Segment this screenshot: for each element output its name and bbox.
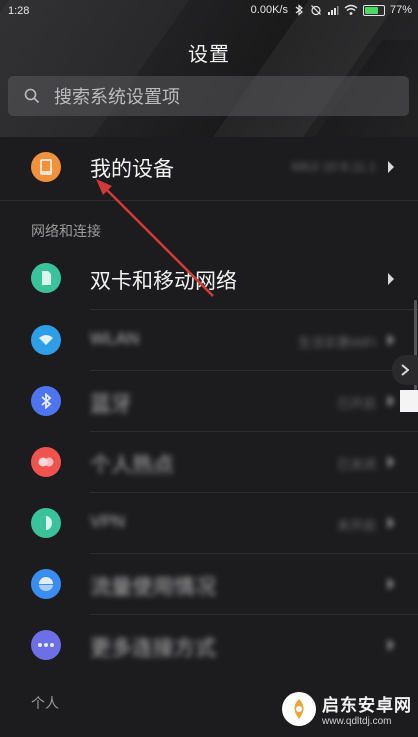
list-item-value: 未开启 <box>336 518 376 533</box>
list-item-bluetooth[interactable]: 蓝牙 已开启 <box>0 371 418 431</box>
header: 1:28 0.00K/s 77% 设置 搜索系统设置项 <box>0 0 418 137</box>
wifi-icon <box>31 325 61 355</box>
page-title: 设置 <box>188 44 230 66</box>
watermark-url: www.qdltdj.com <box>322 716 392 727</box>
hotspot-icon <box>31 447 61 477</box>
chevron-right-icon <box>388 456 394 468</box>
alarm-off-icon <box>311 5 321 16</box>
signal-icon <box>327 6 339 15</box>
list-item-label: WLAN <box>90 329 140 348</box>
list-item-label: 更多连接方式 <box>90 637 216 660</box>
battery-percent: 77% <box>389 4 412 16</box>
bluetooth-icon <box>295 4 303 16</box>
data-usage-icon <box>31 569 61 599</box>
list-item-value: 已开启 <box>336 396 376 411</box>
chevron-right-icon <box>388 578 394 590</box>
floating-handle[interactable] <box>392 355 418 385</box>
chevron-right-icon <box>401 364 409 376</box>
network-speed: 0.00K/s <box>250 4 288 16</box>
chevron-right-icon <box>388 639 394 651</box>
list-item-label: 流量使用情况 <box>90 576 216 599</box>
list-item-vpn[interactable]: VPN 未开启 <box>0 493 418 553</box>
floating-tag[interactable] <box>400 390 418 412</box>
divider <box>0 200 418 201</box>
list-item-data-usage[interactable]: 流量使用情况 <box>0 554 418 614</box>
search-icon <box>24 88 40 104</box>
list-item-value: 已关闭 <box>336 457 376 472</box>
more-icon <box>31 630 61 660</box>
list-item-more-connections[interactable]: 更多连接方式 <box>0 615 418 675</box>
my-device-item[interactable]: 我的设备 MIUI 10 8.11.1 <box>0 137 418 197</box>
list-item-label: 蓝牙 <box>90 393 132 416</box>
watermark-title: 启东安卓网 <box>322 696 412 715</box>
list-item-value: 生活实惠WiFi <box>298 335 376 350</box>
list-item-label: VPN <box>90 512 125 531</box>
battery-icon <box>362 4 385 16</box>
watermark: 启东安卓网 www.qdltdj.com <box>282 691 412 727</box>
chevron-right-icon <box>388 517 394 529</box>
sim-card-icon <box>31 263 61 293</box>
my-device-label: 我的设备 <box>90 158 174 181</box>
chevron-right-icon <box>388 395 394 407</box>
list-item-label: 个人热点 <box>90 454 174 477</box>
my-device-version: MIUI 10 8.11.1 <box>291 159 376 174</box>
list-item-hotspot[interactable]: 个人热点 已关闭 <box>0 432 418 492</box>
battery-level <box>364 6 379 14</box>
chevron-right-icon <box>388 161 394 173</box>
watermark-logo-icon <box>282 692 316 726</box>
bluetooth-icon <box>31 386 61 416</box>
chevron-right-icon <box>388 334 394 346</box>
settings-list: 我的设备 MIUI 10 8.11.1 网络和连接 双卡和移动网络 WLAN 生… <box>0 137 418 737</box>
wifi-icon <box>344 4 358 15</box>
list-item-label: 双卡和移动网络 <box>90 270 237 293</box>
vpn-icon <box>31 508 61 538</box>
section-network: 网络和连接 <box>31 223 101 239</box>
list-item-wlan[interactable]: WLAN 生活实惠WiFi <box>0 310 418 370</box>
chevron-right-icon <box>388 273 394 285</box>
my-device-icon <box>31 152 61 182</box>
status-time: 1:28 <box>8 5 30 17</box>
status-bar: 1:28 0.00K/s 77% <box>0 0 418 24</box>
search-bar[interactable]: 搜索系统设置项 <box>8 76 409 116</box>
search-placeholder: 搜索系统设置项 <box>54 87 180 107</box>
section-personal: 个人 <box>31 695 59 711</box>
list-item-dual-sim[interactable]: 双卡和移动网络 <box>0 248 418 308</box>
